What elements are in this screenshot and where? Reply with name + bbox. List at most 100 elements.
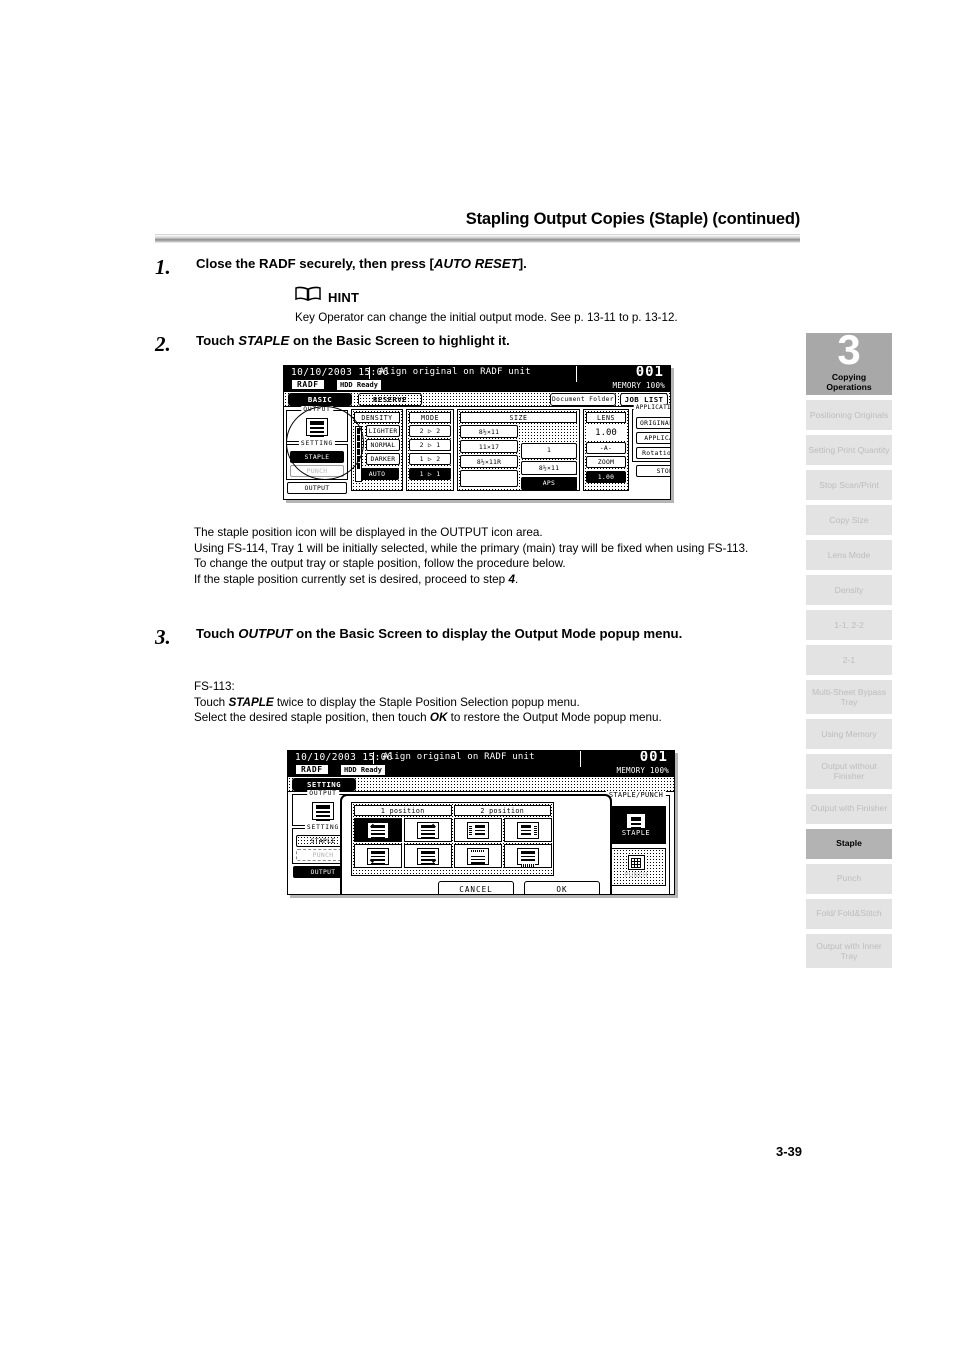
status-datetime-2: 10/10/2003 15:06 — [295, 752, 393, 763]
sidebar-item-using-memory[interactable]: Using Memory — [806, 719, 892, 750]
status-datetime: 10/10/2003 15:06 — [291, 367, 389, 378]
aps-button[interactable]: APS — [521, 477, 577, 490]
sidebar-item-label: Fold/ Fold&Stitch — [816, 908, 882, 919]
sidebar-item-label: 2-1 — [842, 654, 856, 665]
sidebar-item-label: Multi-Sheet Bypass Tray — [811, 687, 887, 708]
sidebar-item-punch[interactable]: Punch — [806, 863, 892, 894]
tab-reserve[interactable]: RESERVE — [358, 393, 422, 406]
lens-value-button[interactable]: 1.00 — [586, 471, 626, 483]
store-button[interactable]: STORE — [636, 465, 670, 477]
step-1-number: 1. — [155, 255, 171, 279]
staple-pos-corner-top-right[interactable] — [404, 818, 452, 842]
sidebar-item-density[interactable]: Density — [806, 575, 892, 605]
density-lighter-button[interactable]: LIGHTER — [366, 425, 400, 437]
mode-header: MODE — [409, 412, 451, 423]
staple-option-icon — [627, 813, 645, 829]
mode-2to2-button[interactable]: 2 ▷ 2 — [409, 425, 451, 437]
rotation-off-button[interactable]: Rotation OFF — [636, 447, 670, 459]
mode-1to2-button[interactable]: 1 ▷ 2 — [409, 453, 451, 465]
basic-screen-body: OUTPUT SETTING STAPLE PUNCH OUTPUT DENSI… — [284, 405, 670, 494]
staple-pos-right-edge[interactable] — [504, 818, 552, 842]
popup-ok-button[interactable]: OK — [524, 881, 600, 894]
sidebar-item-label: Using Memory — [821, 729, 877, 740]
sidebar-item-label: Setting Print Quantity — [808, 444, 890, 455]
lens-auto-button[interactable]: -A- — [586, 442, 626, 454]
staple-punch-box: STAPLE/PUNCH STAPLE PUNCH — [602, 791, 670, 894]
sidebar-item-staple[interactable]: Staple — [806, 828, 892, 859]
sidebar-item-output-with-finisher[interactable]: Output with Finisher — [806, 793, 892, 824]
application-button[interactable]: APPLICATION — [636, 432, 670, 444]
density-darker-button[interactable]: DARKER — [366, 453, 400, 465]
size-tray-2-button[interactable]: 11×17 — [460, 440, 518, 453]
staple-pos-left-edge[interactable] — [454, 818, 502, 842]
staple-button[interactable]: STAPLE — [290, 451, 344, 463]
sidebar-item-stop-scan-print[interactable]: Stop Scan/Print — [806, 470, 892, 500]
paper-size-button[interactable]: 8½×11 — [521, 461, 577, 475]
status-message-2: Align original on RADF unit — [383, 752, 535, 762]
sidebar-item-positioning-originals[interactable]: Positioning Originals — [806, 400, 892, 430]
step-2-text: Touch STAPLE on the Basic Screen to high… — [196, 333, 510, 348]
sidebar-item-lens-mode[interactable]: Lens Mode — [806, 540, 892, 570]
sidebar-item-label: 1-1, 2-2 — [834, 619, 864, 630]
sidebar-item-output-without-finisher[interactable]: Output without Finisher — [806, 754, 892, 789]
staple-pos-bottom-edge[interactable] — [504, 844, 552, 868]
density-header: DENSITY — [354, 412, 400, 423]
staple-option[interactable]: STAPLE — [606, 806, 666, 844]
size-tray-4-button[interactable] — [460, 470, 518, 487]
original-mode-button[interactable]: ORIGINAL MODE — [636, 417, 670, 429]
step-3: 3. Touch OUTPUT on the Basic Screen to d… — [155, 625, 805, 649]
tab-basic[interactable]: BASIC — [288, 393, 352, 406]
sidebar-item-label: Output with Finisher — [810, 803, 888, 814]
size-tray-1-button[interactable]: 8½×11 — [460, 425, 518, 438]
density-normal-button[interactable]: NORMAL — [366, 439, 400, 451]
step-2: 2. Touch STAPLE on the Basic Screen to h… — [155, 332, 805, 356]
hint-body: Key Operator can change the initial outp… — [295, 311, 678, 324]
punch-button[interactable]: PUNCH — [290, 465, 344, 477]
sidebar-item-fold-fold-stitch[interactable]: Fold/ Fold&Stitch — [806, 898, 892, 929]
sidebar-item-output-with-inner-tray[interactable]: Output with Inner Tray — [806, 933, 892, 968]
title-divider — [155, 234, 800, 244]
two-position-options — [454, 818, 552, 868]
sidebar-item-multi-sheet-bypass-tray[interactable]: Multi-Sheet Bypass Tray — [806, 680, 892, 715]
output-tray-icon-2 — [312, 802, 334, 821]
size-tray-3-button[interactable]: 8½×11R — [460, 455, 518, 468]
staple-position-body: OUTPUT SETTING STAPLE PUNCH OUTPUT STAPL… — [288, 790, 674, 894]
basic-screen-figure: 10/10/2003 15:06 Align original on RADF … — [283, 365, 671, 500]
staple-pos-corner-top-left[interactable] — [354, 818, 402, 842]
copy-count: 001 — [635, 365, 664, 380]
tab-row-2: SETTING — [288, 777, 674, 792]
note-after-step-3: FS-113: Touch STAPLE twice to display the… — [194, 680, 662, 725]
page-title: Stapling Output Copies (Staple) (continu… — [465, 210, 800, 228]
sidebar-item-2-1[interactable]: 2-1 — [806, 645, 892, 675]
popup-cancel-button[interactable]: CANCEL — [438, 881, 514, 894]
tab-document-folder[interactable]: Document Folder — [550, 393, 616, 406]
sidebar-item-list: Positioning Originals Setting Print Quant… — [806, 400, 892, 968]
output-tray-icon — [306, 418, 328, 437]
hint-label: HINT — [328, 289, 360, 305]
sidebar-item-copy-size[interactable]: Copy Size — [806, 505, 892, 535]
status-message: Align original on RADF unit — [379, 367, 531, 377]
output-button[interactable]: OUTPUT — [287, 482, 347, 494]
bypass-tray-button[interactable]: 1 — [521, 443, 577, 459]
punch-option[interactable]: PUNCH — [606, 848, 666, 886]
mode-2to1-button[interactable]: 2 ▷ 1 — [409, 439, 451, 451]
sidebar-item-label: Output with Inner Tray — [816, 940, 882, 961]
sidebar-item-label: Output without Finisher — [821, 761, 877, 782]
radf-badge-2: RADF — [296, 765, 328, 774]
lens-zoom-button[interactable]: ZOOM — [586, 456, 626, 468]
application-mode-box: APPLICATION MODE ORIGINAL MODE APPLICATI… — [632, 405, 670, 462]
sidebar-item-setting-print-quantity[interactable]: Setting Print Quantity — [806, 435, 892, 465]
staple-pos-corner-bottom-left[interactable] — [354, 844, 402, 868]
staple-pos-top-edge[interactable] — [454, 844, 502, 868]
size-header: SIZE — [460, 412, 577, 423]
chapter-tab: 3 Copying Operations — [806, 329, 892, 395]
mode-1to1-button[interactable]: 1 ▷ 1 — [409, 468, 451, 480]
one-position-header: 1 position — [354, 805, 452, 816]
status-bar-2: 10/10/2003 15:06 Align original on RADF … — [288, 751, 674, 777]
sidebar-item-label: Copy Size — [829, 514, 869, 525]
staple-punch-header: STAPLE/PUNCH — [605, 791, 667, 799]
output-legend: OUTPUT — [301, 406, 333, 413]
sidebar-item-1-1-2-2[interactable]: 1-1, 2-2 — [806, 610, 892, 640]
sidebar-item-label: Density — [834, 584, 864, 595]
staple-pos-corner-bottom-right[interactable] — [404, 844, 452, 868]
